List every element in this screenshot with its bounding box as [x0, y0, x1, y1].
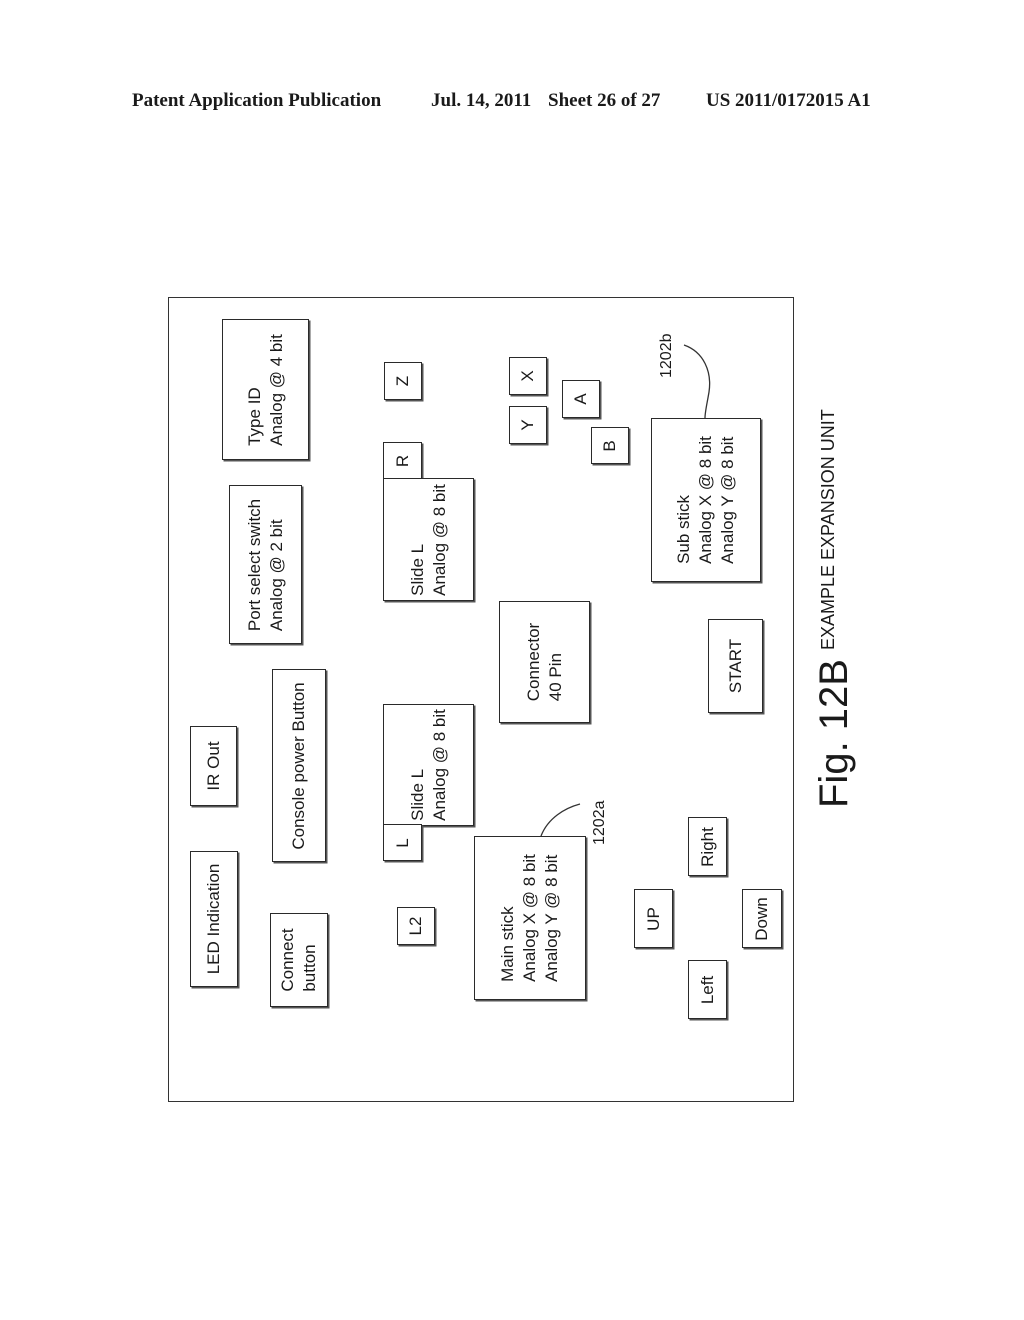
- dpad-right-label: Right: [697, 826, 717, 867]
- connect-button-block: Connect button: [270, 913, 328, 1007]
- b-button: B: [591, 427, 629, 464]
- start-button-label: START: [725, 638, 745, 694]
- dpad-up-button: UP: [634, 889, 673, 948]
- slide-l-block: Slide L Analog @ 8 bit: [383, 704, 474, 826]
- console-power-button-block: Console power Button: [272, 669, 326, 862]
- dpad-left-label: Left: [697, 975, 717, 1004]
- x-button-label: X: [518, 370, 537, 382]
- sub-stick-title: Sub stick: [674, 494, 693, 564]
- type-id-block: Type ID Analog @ 4 bit: [222, 319, 309, 460]
- led-indication-block: LED Indication: [190, 851, 238, 987]
- slide-l-spec: Analog @ 8 bit: [429, 709, 449, 821]
- sub-stick-analog-x: Analog X @ 8 bit: [696, 436, 715, 564]
- sub-stick-block: Sub stick Analog X @ 8 bit Analog Y @ 8 bi…: [651, 418, 761, 582]
- x-button: X: [509, 357, 547, 395]
- led-indication-label: LED Indication: [204, 863, 223, 975]
- y-button: Y: [509, 406, 547, 444]
- type-id-spec: Analog @ 4 bit: [266, 333, 286, 446]
- dpad-right-button: Right: [688, 817, 727, 876]
- l2-button: L2: [397, 907, 435, 945]
- y-button-label: Y: [518, 419, 537, 431]
- slide-l-title: Slide L: [407, 768, 427, 821]
- port-select-switch-block: Port select switch Analog @ 2 bit: [229, 485, 302, 644]
- main-stick-title: Main stick: [498, 906, 517, 982]
- dpad-left-button: Left: [688, 960, 727, 1019]
- header-patent-number: US 2011/0172015 A1: [706, 90, 871, 111]
- z-button-label: Z: [393, 375, 412, 387]
- port-select-spec: Analog @ 2 bit: [266, 518, 286, 631]
- ir-out-label: IR Out: [203, 741, 223, 791]
- connect-button-line2: button: [300, 944, 319, 992]
- console-power-label: Console power Button: [289, 681, 308, 850]
- figure-label: Fig. 12B: [812, 659, 856, 808]
- dpad-down-label: Down: [752, 896, 771, 941]
- figure-title: EXAMPLE EXPANSION UNIT: [818, 409, 838, 650]
- sub-stick-analog-y: Analog Y @ 8 bit: [718, 436, 737, 564]
- ref-1202b: 1202b: [658, 333, 675, 379]
- header-date: Jul. 14, 2011: [431, 90, 532, 111]
- r-button-label: R: [392, 454, 412, 468]
- main-stick-block: Main stick Analog X @ 8 bit Analog Y @ 8 b…: [474, 836, 586, 1000]
- main-stick-analog-y: Analog Y @ 8 bit: [542, 854, 561, 982]
- slide-r-block: Slide L Analog @ 8 bit: [383, 478, 474, 601]
- l2-button-label: L2: [406, 916, 425, 936]
- l-button-label: L: [392, 837, 412, 848]
- slide-r-spec: Analog @ 8 bit: [429, 483, 449, 596]
- ir-out-block: IR Out: [190, 726, 237, 806]
- ref-1202a: 1202a: [591, 800, 608, 846]
- r-button: R: [383, 442, 422, 480]
- port-select-title: Port select switch: [244, 498, 264, 631]
- a-button: A: [562, 380, 600, 418]
- slide-r-title: Slide L: [407, 543, 427, 596]
- a-button-label: A: [571, 393, 590, 405]
- header-sheet: Sheet 26 of 27: [548, 90, 661, 111]
- connector-40-pin-block: Connector 40 Pin: [499, 601, 590, 723]
- connect-button-line1: Connect: [278, 928, 297, 992]
- connector-spec: 40 Pin: [545, 653, 565, 702]
- main-stick-analog-x: Analog X @ 8 bit: [520, 854, 539, 982]
- dpad-up-label: UP: [643, 906, 663, 931]
- z-button: Z: [384, 362, 422, 400]
- connector-title: Connector: [523, 622, 543, 702]
- start-button: START: [708, 619, 763, 713]
- dpad-down-button: Down: [742, 889, 782, 948]
- b-button-label: B: [600, 439, 619, 452]
- l-button: L: [383, 824, 422, 861]
- type-id-title: Type ID: [244, 386, 264, 446]
- header-publication: Patent Application Publication: [132, 90, 382, 111]
